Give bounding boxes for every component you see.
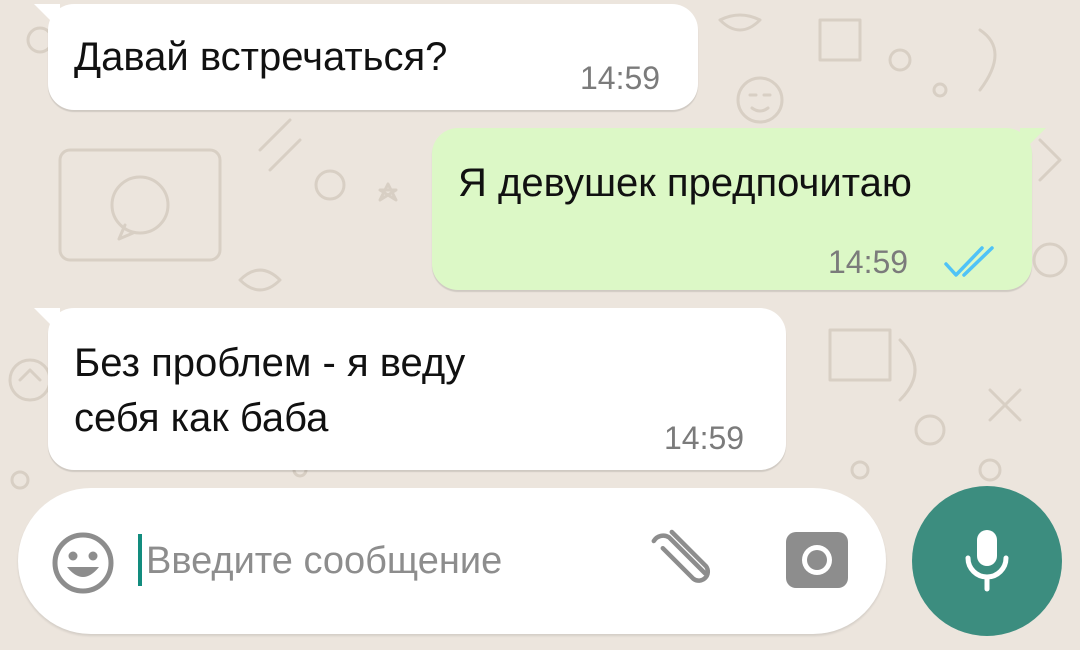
read-double-check-icon — [944, 246, 994, 277]
paperclip-icon[interactable] — [650, 526, 720, 592]
message-time: 14:59 — [664, 420, 745, 456]
emoji-icon[interactable] — [50, 530, 116, 596]
message-input[interactable]: Введите сообщение — [146, 540, 502, 583]
microphone-icon — [965, 530, 1009, 592]
camera-icon[interactable] — [784, 530, 850, 590]
text-caret — [138, 534, 142, 586]
message-text: Давай встречаться? — [74, 35, 448, 79]
message-text-line: Без проблем - я веду — [74, 341, 466, 385]
message-time: 14:59 — [828, 244, 909, 280]
outgoing-bubble-tail — [1020, 128, 1046, 154]
message-time: 14:59 — [580, 60, 661, 96]
message-text: Я девушек предпочитаю — [458, 161, 912, 205]
message-text-line: себя как баба — [74, 396, 329, 440]
